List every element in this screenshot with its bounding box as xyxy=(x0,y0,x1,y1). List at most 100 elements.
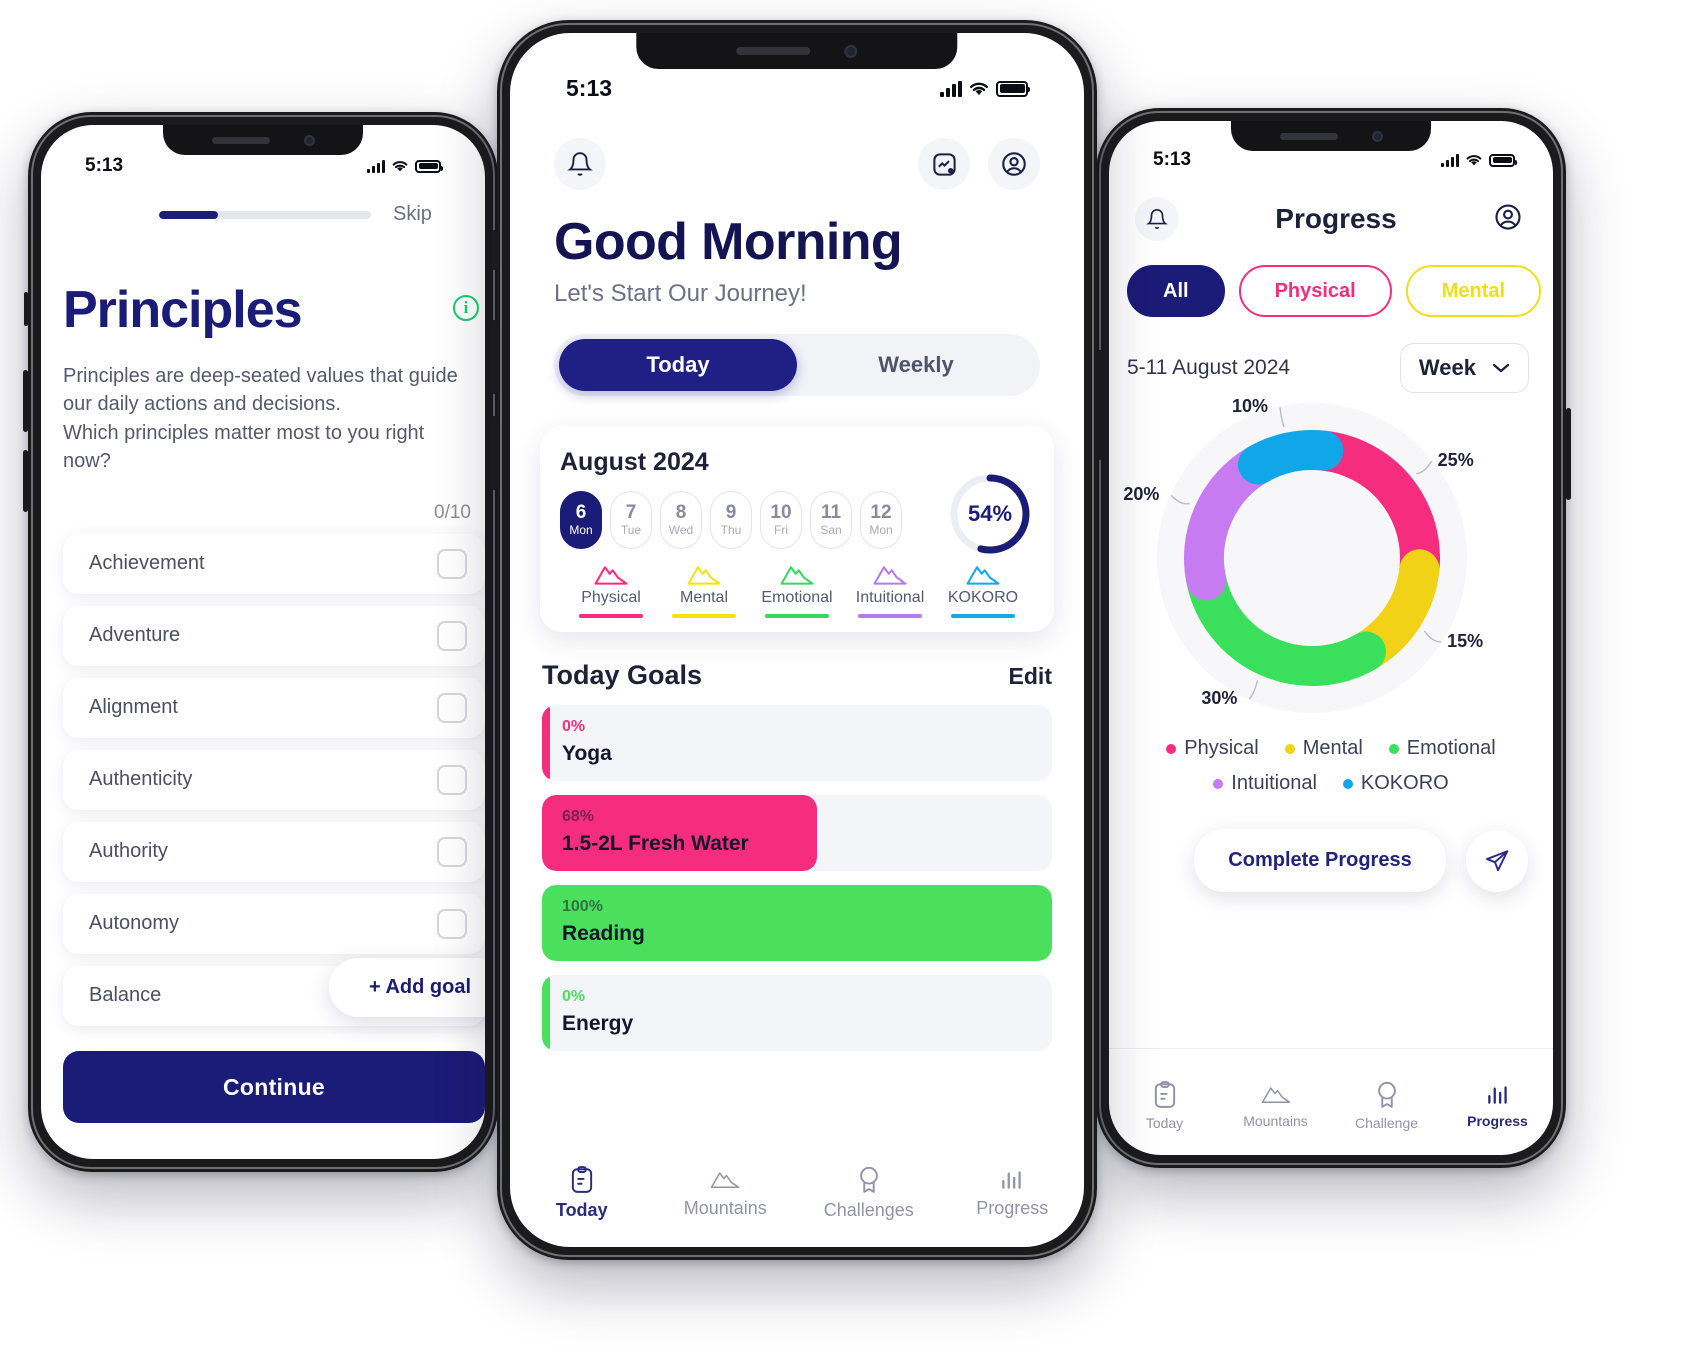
goal-percent: 100% xyxy=(562,898,603,916)
mountain-icon xyxy=(594,566,628,585)
filter-pill-physical[interactable]: Physical xyxy=(1238,265,1392,317)
principle-checkbox[interactable] xyxy=(437,548,467,579)
donut-leader-line xyxy=(1416,460,1433,475)
filter-pill-mental[interactable]: Mental xyxy=(1405,265,1542,317)
principle-label: Authenticity xyxy=(89,768,193,791)
edit-goals-button[interactable]: Edit xyxy=(1009,663,1052,690)
calendar-day[interactable]: 8 Wed xyxy=(660,491,702,549)
tab-mountains[interactable]: Mountains xyxy=(1220,1081,1331,1131)
volume-down-button[interactable] xyxy=(23,450,28,512)
calendar-day[interactable]: 10 Fri xyxy=(760,491,802,549)
notifications-button[interactable] xyxy=(1135,197,1179,241)
onboarding-progress-row: Skip xyxy=(41,177,485,226)
principle-label: Autonomy xyxy=(89,912,180,935)
mountain-icon xyxy=(1261,1087,1290,1103)
principle-checkbox[interactable] xyxy=(437,620,467,651)
period-segmented-control[interactable]: Today Weekly xyxy=(554,334,1040,396)
medal-icon xyxy=(1377,1081,1396,1108)
category-item[interactable]: Physical xyxy=(566,563,656,619)
greeting-title: Good Morning xyxy=(554,213,903,271)
category-filter-pills[interactable]: All Physical Mental xyxy=(1109,241,1553,317)
principle-label: Balance xyxy=(89,984,162,1007)
mute-switch[interactable] xyxy=(24,292,28,326)
tab-label: Challenges xyxy=(823,1200,914,1220)
calendar-day-weekday: Mon xyxy=(569,522,593,537)
bottom-tab-bar[interactable]: Today Mountains Challenges Progress xyxy=(510,1166,1084,1221)
tab-today[interactable]: Today xyxy=(510,1166,654,1221)
description-line-2: our daily actions and decisions. xyxy=(63,393,341,416)
tab-mountains[interactable]: Mountains xyxy=(654,1166,798,1221)
period-selector[interactable]: Week xyxy=(1399,343,1529,393)
phone-principles: 5:13 Skip Principles i Principles are de… xyxy=(23,112,498,1172)
progress-header: Progress xyxy=(1109,171,1553,241)
goal-item[interactable]: 0% Yoga xyxy=(542,705,1052,782)
page-title: Principles xyxy=(63,281,303,339)
goal-name: 1.5-2L Fresh Water xyxy=(562,832,749,856)
calendar-day-weekday: Fri xyxy=(774,522,788,537)
calendar-day-weekday: Thu xyxy=(720,522,742,537)
principle-checkbox[interactable] xyxy=(437,692,467,723)
notifications-button[interactable] xyxy=(554,138,606,190)
category-item[interactable]: Emotional xyxy=(752,563,842,619)
top-right-actions xyxy=(918,138,1040,190)
calendar-day[interactable]: 7 Tue xyxy=(610,491,652,549)
principle-item[interactable]: Autonomy xyxy=(63,893,485,954)
insights-button[interactable] xyxy=(918,138,970,190)
principle-label: Alignment xyxy=(89,696,178,719)
goal-item[interactable]: 0% Energy xyxy=(542,975,1052,1052)
principle-checkbox[interactable] xyxy=(437,908,467,939)
notch xyxy=(163,125,363,155)
onboarding-progress-fill xyxy=(159,210,219,219)
filter-pill-all[interactable]: All xyxy=(1127,265,1225,317)
mountain-icon xyxy=(711,1172,740,1188)
page-title: Progress xyxy=(1275,203,1397,234)
principle-item[interactable]: Achievement xyxy=(63,533,485,594)
period-tab-today[interactable]: Today xyxy=(559,339,797,391)
principle-item[interactable]: Adventure xyxy=(63,605,485,666)
mute-switch[interactable] xyxy=(492,230,497,270)
category-item[interactable]: KOKORO xyxy=(938,563,1028,619)
profile-button[interactable] xyxy=(1493,202,1523,237)
power-button[interactable] xyxy=(1097,350,1103,460)
tab-today[interactable]: Today xyxy=(1109,1081,1220,1131)
volume-up-button[interactable] xyxy=(23,370,28,432)
volume-up-button[interactable] xyxy=(491,320,497,394)
volume-down-button[interactable] xyxy=(491,416,497,490)
bar-chart-icon xyxy=(1487,1086,1507,1104)
calendar-day-weekday: Wed xyxy=(668,522,694,537)
tab-challenge[interactable]: Challenge xyxy=(1331,1081,1442,1131)
goal-item[interactable]: 68% 1.5-2L Fresh Water xyxy=(542,795,1052,872)
tab-challenges[interactable]: Challenges xyxy=(797,1166,941,1221)
principle-item[interactable]: Authenticity xyxy=(63,749,485,810)
period-tab-weekly[interactable]: Weekly xyxy=(797,339,1035,391)
tab-progress[interactable]: Progress xyxy=(1442,1081,1553,1131)
continue-button[interactable]: Continue xyxy=(63,1051,485,1123)
goal-text: 100% Reading xyxy=(542,885,1052,946)
skip-button[interactable]: Skip xyxy=(393,203,432,226)
calendar-day[interactable]: 9 Thu xyxy=(710,491,752,549)
donut-label-intuitional: 20% xyxy=(1123,484,1160,505)
info-icon[interactable]: i xyxy=(453,295,479,321)
calendar-day[interactable]: 11 San xyxy=(810,491,852,549)
legend-label: Physical xyxy=(1184,737,1259,759)
category-item[interactable]: Mental xyxy=(659,563,749,619)
chevron-down-icon xyxy=(1492,363,1510,373)
principle-item[interactable]: Alignment xyxy=(63,677,485,738)
phone-progress: 5:13 Progress AllPhysicalMental 5-11 A xyxy=(1096,108,1571,1168)
today-goals-list: 0% Yoga 68% 1.5-2L Fresh Water 100% Reading 0%… xyxy=(510,705,1084,1052)
principle-checkbox[interactable] xyxy=(437,836,467,867)
tab-progress[interactable]: Progress xyxy=(941,1166,1085,1221)
profile-button[interactable] xyxy=(988,138,1040,190)
goal-item[interactable]: 100% Reading xyxy=(542,885,1052,962)
category-item[interactable]: Intuitional xyxy=(845,563,935,619)
complete-progress-button[interactable]: Complete Progress xyxy=(1194,829,1446,892)
bottom-tab-bar[interactable]: Today Mountains Challenge Progress xyxy=(1109,1081,1553,1131)
principle-item[interactable]: Authority xyxy=(63,821,485,882)
principle-label: Authority xyxy=(89,840,168,863)
add-goal-button[interactable]: + Add goal xyxy=(328,958,485,1017)
power-button[interactable] xyxy=(1566,408,1571,500)
calendar-day[interactable]: 6 Mon xyxy=(560,491,602,549)
share-button[interactable] xyxy=(1465,829,1528,892)
calendar-day[interactable]: 12 Mon xyxy=(860,491,902,549)
principle-checkbox[interactable] xyxy=(437,764,467,795)
